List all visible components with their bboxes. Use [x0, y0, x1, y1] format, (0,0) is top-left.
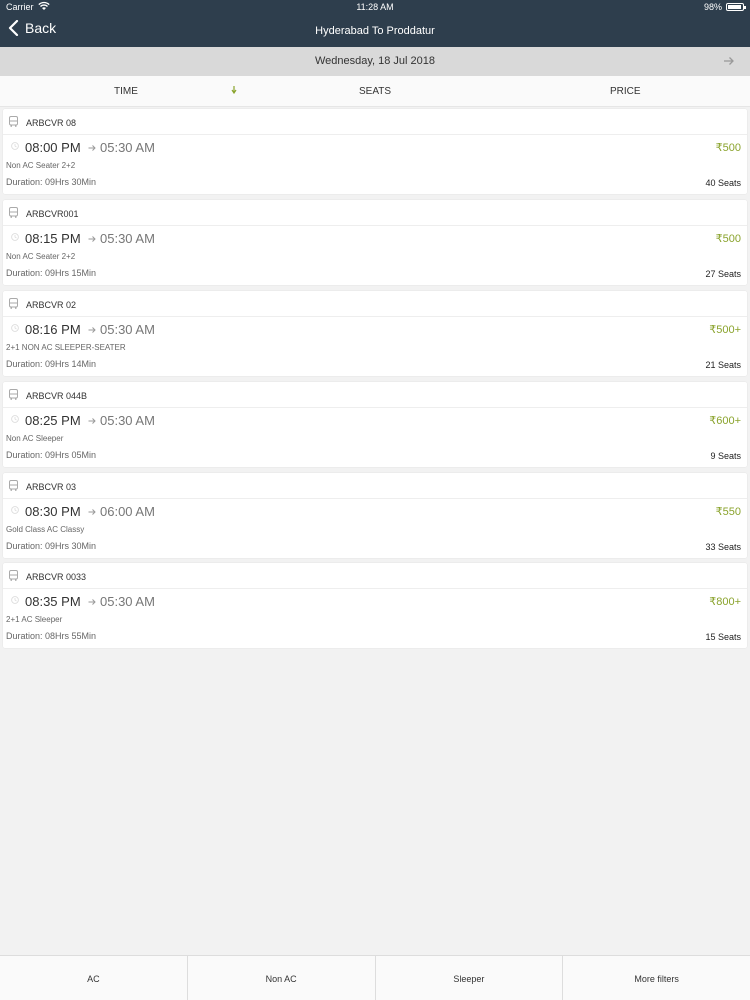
clock-icon [11, 142, 19, 150]
bus-card[interactable]: ARBCVR001 08:15 PM 05:30 AM ₹500 Non AC … [3, 200, 747, 285]
filter-bar: AC Non AC Sleeper More filters [0, 955, 750, 1000]
more-filters-button[interactable]: More filters [563, 956, 750, 1000]
bus-card[interactable]: ARBCVR 044B 08:25 PM 05:30 AM ₹600+ Non … [3, 382, 747, 467]
seats-available: 15 Seats [705, 632, 741, 642]
arrow-right-icon [88, 236, 96, 242]
sort-seats-tab[interactable]: SEATS [359, 86, 391, 97]
sort-down-arrow-icon [231, 86, 237, 97]
top-bar: Carrier 11:28 AM 98% Back Hyderabad To P… [0, 0, 750, 47]
operator-name: ARBCVR 0033 [26, 572, 87, 582]
next-date-arrow-icon[interactable] [722, 54, 736, 68]
departure-time: 08:30 PM [25, 504, 81, 519]
bus-card[interactable]: ARBCVR 02 08:16 PM 05:30 AM ₹500+ 2+1 NO… [3, 291, 747, 376]
bus-type: Non AC Sleeper [6, 434, 64, 443]
filter-non-ac-button[interactable]: Non AC [188, 956, 376, 1000]
bus-card[interactable]: ARBCVR 0033 08:35 PM 05:30 AM ₹800+ 2+1 … [3, 563, 747, 648]
clock-icon [11, 415, 19, 423]
fare-price: ₹500+ [709, 324, 741, 336]
status-bar: Carrier 11:28 AM 98% [0, 0, 750, 14]
bus-icon [9, 480, 18, 491]
bus-card-header: ARBCVR 044B [3, 382, 747, 408]
seats-available: 21 Seats [705, 360, 741, 370]
journey-duration: Duration: 09Hrs 05Min [6, 450, 97, 460]
operator-name: ARBCVR 08 [26, 118, 77, 128]
bus-icon [9, 298, 18, 309]
bus-card-header: ARBCVR 02 [3, 291, 747, 317]
arrival-time: 05:30 AM [100, 322, 155, 337]
sort-time-tab[interactable]: TIME [114, 86, 138, 97]
bus-card-header: ARBCVR 0033 [3, 563, 747, 589]
seats-available: 40 Seats [705, 178, 741, 188]
arrival-time: 05:30 AM [100, 140, 155, 155]
seats-available: 33 Seats [705, 542, 741, 552]
departure-time: 08:25 PM [25, 413, 81, 428]
bus-type: 2+1 AC Sleeper [6, 615, 63, 624]
arrival-time: 05:30 AM [100, 413, 155, 428]
journey-duration: Duration: 09Hrs 30Min [6, 177, 97, 187]
filter-ac-button[interactable]: AC [0, 956, 188, 1000]
arrival-time: 06:00 AM [100, 504, 155, 519]
operator-name: ARBCVR 044B [26, 391, 88, 401]
date-bar: Wednesday, 18 Jul 2018 [0, 47, 750, 76]
arrival-time: 05:30 AM [100, 594, 155, 609]
operator-name: ARBCVR 03 [26, 482, 77, 492]
bus-icon [9, 570, 18, 581]
page-title: Hyderabad To Proddatur [315, 25, 435, 37]
bus-icon [9, 116, 18, 127]
arrow-right-icon [88, 599, 96, 605]
bus-icon [9, 207, 18, 218]
nav-bar: Back Hyderabad To Proddatur [0, 14, 750, 47]
arrow-right-icon [88, 509, 96, 515]
clock-icon [11, 233, 19, 241]
bus-card-header: ARBCVR 03 [3, 473, 747, 499]
bus-card-header: ARBCVR001 [3, 200, 747, 226]
fare-price: ₹500 [715, 142, 741, 154]
bus-card-header: ARBCVR 08 [3, 109, 747, 135]
battery-percent: 98% [703, 2, 722, 12]
fare-price: ₹600+ [709, 415, 741, 427]
clock-icon [11, 506, 19, 514]
clock-icon [11, 596, 19, 604]
departure-time: 08:15 PM [25, 231, 81, 246]
journey-date: Wednesday, 18 Jul 2018 [314, 55, 436, 67]
arrow-right-icon [88, 145, 96, 151]
bus-type: Non AC Seater 2+2 [6, 252, 76, 261]
sort-price-tab[interactable]: PRICE [610, 86, 641, 97]
sort-bar: TIME SEATS PRICE [0, 76, 750, 107]
arrival-time: 05:30 AM [100, 231, 155, 246]
fare-price: ₹550 [715, 506, 741, 518]
bus-card[interactable]: ARBCVR 03 08:30 PM 06:00 AM ₹550 Gold Cl… [3, 473, 747, 558]
journey-duration: Duration: 08Hrs 55Min [6, 631, 97, 641]
journey-duration: Duration: 09Hrs 15Min [6, 268, 97, 278]
seats-available: 27 Seats [705, 269, 741, 279]
operator-name: ARBCVR 02 [26, 300, 77, 310]
bus-icon [9, 389, 18, 400]
battery-icon [726, 3, 746, 11]
bus-type: Non AC Seater 2+2 [6, 161, 76, 170]
journey-duration: Duration: 09Hrs 14Min [6, 359, 97, 369]
arrow-right-icon [88, 418, 96, 424]
operator-name: ARBCVR001 [26, 209, 79, 219]
clock-icon [11, 324, 19, 332]
fare-price: ₹800+ [709, 596, 741, 608]
bus-type: Gold Class AC Classy [6, 525, 85, 534]
filter-sleeper-button[interactable]: Sleeper [376, 956, 564, 1000]
departure-time: 08:00 PM [25, 140, 81, 155]
bus-card[interactable]: ARBCVR 08 08:00 PM 05:30 AM ₹500 Non AC … [3, 109, 747, 194]
bus-type: 2+1 NON AC SLEEPER-SEATER [6, 343, 126, 352]
departure-time: 08:16 PM [25, 322, 81, 337]
fare-price: ₹500 [715, 233, 741, 245]
journey-duration: Duration: 09Hrs 30Min [6, 541, 97, 551]
status-time: 11:28 AM [356, 2, 394, 12]
seats-available: 9 Seats [710, 451, 741, 461]
arrow-right-icon [88, 327, 96, 333]
departure-time: 08:35 PM [25, 594, 81, 609]
